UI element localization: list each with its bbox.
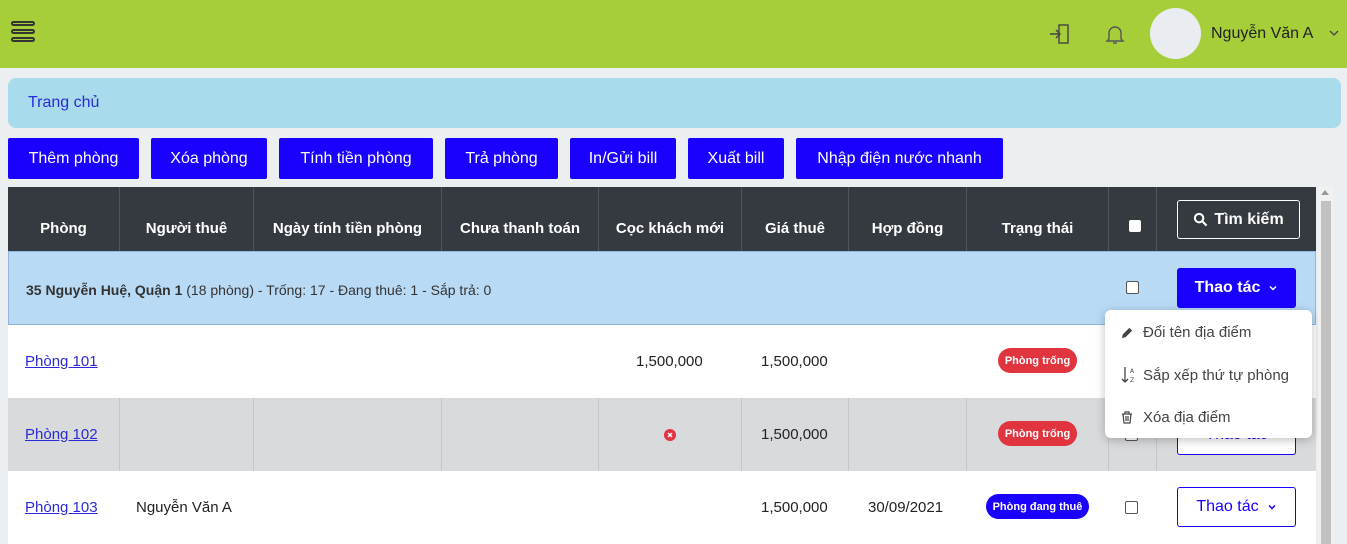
row-action-button[interactable]: Thao tác [1177,487,1296,527]
col-contract: Hợp đồng [849,187,967,251]
col-select [1109,187,1157,251]
col-rent: Giá thuê [742,187,849,251]
chevron-down-icon [1268,504,1276,510]
door-exit-icon[interactable] [1048,22,1072,46]
location-action-menu: Đổi tên địa điểm A Z Sắp xếp thứ tự phòn… [1105,310,1312,438]
username[interactable]: Nguyễn Văn A [1211,25,1313,43]
deposit-value: 1,500,000 [636,353,703,370]
avatar[interactable] [1150,8,1201,59]
chevron-down-icon[interactable] [1328,27,1340,39]
print-bill-button[interactable]: In/Gửi bill [570,138,676,179]
breadcrumb-home[interactable]: Trang chủ [28,94,99,112]
group-action-button[interactable]: Thao tác [1177,268,1296,308]
tenant-value: Nguyễn Văn A [136,499,232,516]
col-new-deposit: Cọc khách mới [599,187,742,251]
breadcrumb: Trang chủ [8,78,1341,128]
search-icon [1194,212,1208,227]
location-summary: 35 Nguyễn Huệ, Quận 1 (18 phòng) - Trống… [26,282,491,298]
calc-bill-button[interactable]: Tính tiền phòng [279,138,433,179]
trash-icon [1122,410,1132,424]
rent-value: 1,500,000 [761,499,828,516]
contract-value: 30/09/2021 [868,499,944,516]
export-bill-button[interactable]: Xuất bill [688,138,784,179]
scroll-up-icon[interactable] [1321,190,1329,195]
group-action-label: Thao tác [1194,279,1261,296]
svg-text:A: A [1130,368,1135,375]
bell-icon[interactable] [1103,22,1127,46]
col-bill-date: Ngày tính tiền phòng [254,187,442,251]
pencil-icon [1121,327,1133,338]
status-badge: Phòng đang thuê [986,494,1089,519]
status-badge: Phòng trống [998,421,1077,446]
sort-icon: A Z [1121,367,1135,384]
room-link[interactable]: Phòng 102 [25,426,98,443]
col-tenant: Người thuê [120,187,254,251]
search-label: Tìm kiếm [1214,210,1284,228]
row-action-label: Thao tác [1196,498,1259,515]
menu-item-delete[interactable]: Xóa địa điểm [1105,397,1312,437]
quick-input-button[interactable]: Nhập điện nước nhanh [796,138,1003,179]
menu-item-sort[interactable]: A Z Sắp xếp thứ tự phòng [1105,355,1312,395]
delete-room-button[interactable]: Xóa phòng [151,138,267,179]
row-checkbox[interactable] [1125,501,1138,514]
menu-item-rename[interactable]: Đổi tên địa điểm [1105,312,1312,352]
table-header: Phòng Người thuê Ngày tính tiền phòng Ch… [8,187,1316,251]
add-room-button[interactable]: Thêm phòng [8,138,139,179]
rent-value: 1,500,000 [761,426,828,443]
x-circle-icon [664,429,676,441]
select-all-checkbox[interactable] [1129,220,1141,232]
col-unpaid: Chưa thanh toán [442,187,599,251]
room-link[interactable]: Phòng 101 [25,353,98,370]
checkout-room-button[interactable]: Trả phòng [445,138,558,179]
location-name: 35 Nguyễn Huệ, Quận 1 [26,282,183,298]
menu-icon[interactable] [11,21,37,47]
svg-text:Z: Z [1130,377,1134,384]
search-button[interactable]: Tìm kiếm [1177,200,1300,239]
location-counts: (18 phòng) - Trống: 17 - Đang thuê: 1 - … [182,282,492,298]
chevron-down-icon [1269,285,1277,291]
group-checkbox[interactable] [1126,281,1139,294]
top-bar: Nguyễn Văn A [0,0,1347,68]
rent-value: 1,500,000 [761,353,828,370]
col-status: Trạng thái [967,187,1109,251]
status-badge: Phòng trống [998,348,1077,373]
scrollbar-thumb[interactable] [1321,201,1331,544]
room-link[interactable]: Phòng 103 [25,499,98,516]
table-row: Phòng 103 Nguyễn Văn A 1,500,000 30/09/2… [8,471,1316,544]
col-room: Phòng [8,187,120,251]
